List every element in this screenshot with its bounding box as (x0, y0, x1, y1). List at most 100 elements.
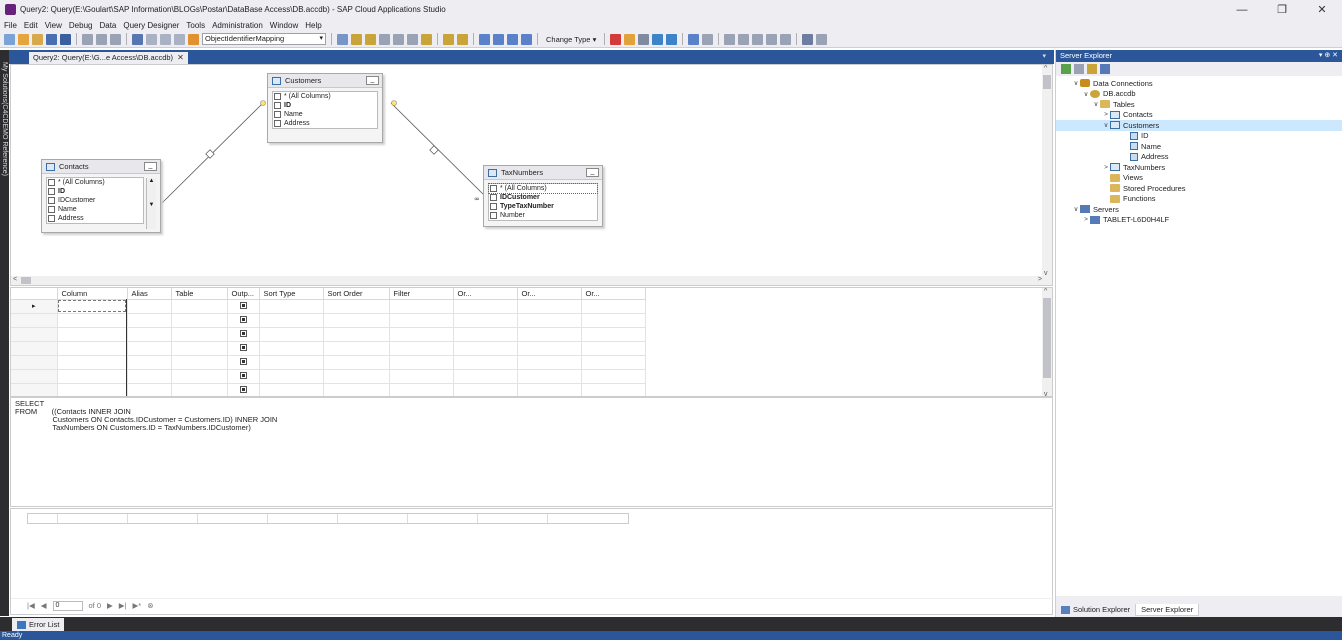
tree-node-servers[interactable]: ∨ Servers (1056, 204, 1342, 215)
connect-server-icon[interactable] (1100, 64, 1110, 74)
deploy-icon[interactable] (421, 33, 432, 45)
menu-debug[interactable]: Debug (69, 21, 93, 30)
output-checkbox[interactable] (239, 357, 247, 365)
grid-cell[interactable] (453, 369, 518, 384)
refresh-icon[interactable] (1061, 64, 1071, 74)
new-record-button[interactable]: ▶* (133, 601, 142, 610)
grid-row[interactable] (11, 341, 646, 356)
grid-header-sort-order[interactable]: Sort Order (323, 288, 390, 300)
tree-node-name[interactable]: Name (1056, 141, 1342, 152)
tree-node-contacts[interactable]: > Contacts (1056, 110, 1342, 121)
column-row[interactable]: * (All Columns) (273, 92, 377, 101)
next-record-button[interactable]: ▶ (107, 601, 113, 610)
navigate-back-icon[interactable] (4, 33, 15, 45)
publish-icon[interactable] (443, 33, 454, 45)
row-selector[interactable] (11, 369, 58, 384)
grid-cell[interactable] (389, 383, 454, 396)
tree-node-data-connections[interactable]: ∨ Data Connections (1056, 78, 1342, 89)
grid-cell-output[interactable] (227, 383, 260, 396)
tree-node-id[interactable]: ID (1056, 131, 1342, 142)
grid-cell[interactable] (581, 299, 646, 314)
grid-cell-alias[interactable] (127, 369, 172, 384)
open-folder-icon[interactable] (32, 33, 43, 45)
output-checkbox[interactable] (239, 329, 247, 337)
output-checkbox[interactable] (239, 315, 247, 323)
grid-cell-table[interactable] (171, 313, 228, 328)
column-checkbox[interactable] (274, 93, 281, 100)
grid-cell[interactable] (389, 369, 454, 384)
restore-button[interactable]: ❐ (1262, 0, 1302, 19)
download-icon[interactable] (457, 33, 468, 45)
grid-cell-table[interactable] (171, 355, 228, 370)
grid-cell[interactable] (259, 383, 324, 396)
grid-header-sort-type[interactable]: Sort Type (259, 288, 324, 300)
connect-database-icon[interactable] (1087, 64, 1097, 74)
grid-cell[interactable] (259, 355, 324, 370)
grid-cell[interactable] (517, 341, 582, 356)
stop-icon[interactable] (738, 33, 750, 45)
grid-header-or-3[interactable]: Or... (581, 288, 646, 300)
column-checkbox[interactable] (274, 120, 281, 127)
grid-cell[interactable] (517, 327, 582, 342)
column-checkbox[interactable] (490, 185, 497, 192)
menu-query-designer[interactable]: Query Designer (123, 21, 179, 30)
first-record-button[interactable]: |◀ (27, 601, 35, 610)
stop-refresh-icon[interactable] (1074, 64, 1084, 74)
tab-query2[interactable]: Query2: Query(E:\G...e Access\DB.accdb) … (29, 52, 188, 64)
minimize-button[interactable]: — (1222, 0, 1262, 19)
grid-cell[interactable] (581, 383, 646, 396)
show-sql-pane-icon[interactable] (507, 33, 518, 45)
tree-node-functions[interactable]: Functions (1056, 194, 1342, 205)
show-criteria-pane-icon[interactable] (493, 33, 504, 45)
output-checkbox[interactable] (239, 343, 247, 351)
column-checkbox[interactable] (274, 102, 281, 109)
column-checkbox[interactable] (48, 188, 55, 195)
join-diamond[interactable] (429, 145, 439, 155)
grid-header-column[interactable]: Column (57, 288, 128, 300)
change-type-button[interactable]: Change Type ▾ (543, 35, 599, 44)
grid-cell[interactable] (323, 355, 390, 370)
grid-cell[interactable] (453, 355, 518, 370)
save-icon[interactable] (46, 33, 57, 45)
grid-row[interactable] (11, 327, 646, 342)
grid-cell-column[interactable] (57, 327, 128, 342)
grid-cell[interactable] (581, 369, 646, 384)
grid-cell-alias[interactable] (127, 355, 172, 370)
results-column-header[interactable] (408, 514, 478, 523)
comment-icon[interactable] (160, 33, 171, 45)
column-checkbox[interactable] (490, 212, 497, 219)
grid-cell-output[interactable] (227, 341, 260, 356)
minimize-table-button[interactable]: _ (586, 168, 599, 177)
scroll-down-icon[interactable]: v (1044, 270, 1048, 277)
table-scrollbar[interactable]: ▲ ▼ (146, 178, 156, 229)
column-checkbox[interactable] (48, 215, 55, 222)
copy-icon[interactable] (96, 33, 107, 45)
grid-cell[interactable] (259, 299, 324, 314)
grid-cell[interactable] (581, 313, 646, 328)
grid-cell-alias[interactable] (127, 299, 172, 314)
activate-icon[interactable] (351, 33, 362, 45)
add-derived-table-icon[interactable] (666, 33, 678, 45)
menu-tools[interactable]: Tools (186, 21, 205, 30)
uncomment-icon[interactable] (174, 33, 185, 45)
column-row[interactable]: IDCustomer (47, 196, 143, 205)
grid-cell[interactable] (517, 313, 582, 328)
new-project-icon[interactable] (18, 33, 29, 45)
menu-edit[interactable]: Edit (24, 21, 38, 30)
collapsed-arrow-icon[interactable]: > (1102, 111, 1110, 118)
expanded-arrow-icon[interactable]: ∨ (1072, 79, 1080, 87)
grid-row[interactable] (11, 355, 646, 370)
grid-cell-table[interactable] (171, 369, 228, 384)
check-out-icon[interactable] (379, 33, 390, 45)
grid-header-output[interactable]: Outp... (227, 288, 260, 300)
tab-server-explorer[interactable]: Server Explorer (1135, 604, 1200, 616)
grid-header-or-2[interactable]: Or... (517, 288, 582, 300)
grid-cell[interactable] (517, 383, 582, 396)
tree-node-taxnumbers[interactable]: > TaxNumbers (1056, 162, 1342, 173)
layout-icon[interactable] (766, 33, 778, 45)
grid-cell-table[interactable] (171, 383, 228, 396)
column-splitter[interactable] (126, 299, 127, 396)
scroll-up-icon[interactable]: ^ (1044, 288, 1047, 295)
group-by-icon[interactable] (638, 33, 650, 45)
server-explorer-header[interactable]: Server Explorer ▾ ⊕ ✕ (1056, 50, 1342, 62)
